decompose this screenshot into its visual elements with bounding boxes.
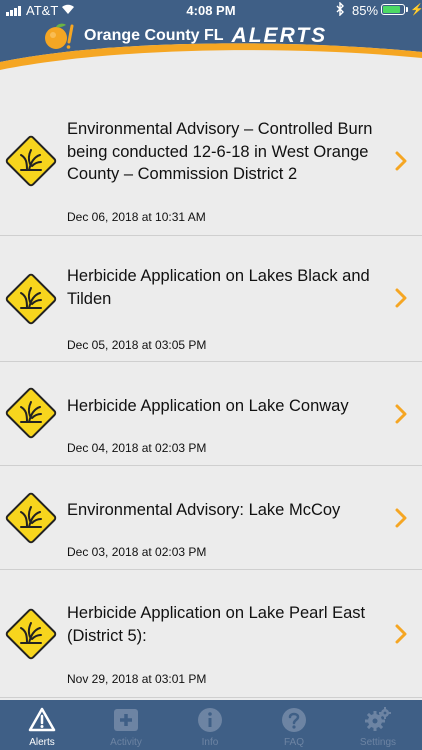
- chevron-right-icon: [395, 288, 407, 308]
- question-icon: [282, 708, 306, 732]
- tab-info[interactable]: Info: [168, 700, 252, 750]
- list-item[interactable]: Environmental Advisory: Lake McCoy Dec 0…: [0, 466, 422, 570]
- list-item[interactable]: Herbicide Application on Lake Pearl East…: [0, 570, 422, 698]
- chevron-right-icon: [395, 624, 407, 644]
- tab-label: Alerts: [29, 737, 55, 748]
- tab-label: Activity: [110, 737, 142, 748]
- tab-settings[interactable]: Settings: [336, 700, 420, 750]
- chevron-right-icon: [395, 151, 407, 171]
- plus-icon: [114, 709, 138, 731]
- gear-icon: [365, 707, 391, 731]
- tab-alerts[interactable]: Alerts: [0, 700, 84, 750]
- environmental-warning-icon: [5, 273, 57, 325]
- app-title: Orange County FL: [84, 27, 224, 44]
- tab-label: Info: [201, 737, 219, 748]
- tab-bar: Alerts Activity Info FAQ Settings: [0, 700, 422, 750]
- list-item[interactable]: Herbicide Application on Lakes Black and…: [0, 236, 422, 362]
- orange-logo-icon: [45, 23, 74, 49]
- alert-date: Dec 03, 2018 at 02:03 PM: [67, 545, 207, 559]
- list-item[interactable]: Herbicide Application on Lake Conway Dec…: [0, 362, 422, 466]
- alert-title: Herbicide Application on Lake Conway: [67, 397, 349, 415]
- app-header: AT&T 4:08 PM 85% ⚡ Orange County FL ALER…: [0, 0, 422, 78]
- alert-date: Dec 06, 2018 at 10:31 AM: [67, 210, 206, 224]
- alert-title: Environmental Advisory: Lake McCoy: [67, 501, 341, 519]
- list-item[interactable]: Environmental Advisory – Controlled Burn…: [0, 100, 422, 236]
- battery-icon: [381, 4, 405, 15]
- chevron-right-icon: [395, 508, 407, 528]
- bluetooth-icon: [336, 1, 345, 19]
- tab-activity[interactable]: Activity: [84, 700, 168, 750]
- alert-title: Herbicide Application on Lakes Black and…: [67, 267, 370, 308]
- alert-date: Dec 05, 2018 at 03:05 PM: [67, 338, 207, 352]
- alert-date: Dec 04, 2018 at 02:03 PM: [67, 441, 207, 455]
- brand: Orange County FL ALERTS: [42, 22, 327, 50]
- environmental-warning-icon: [5, 387, 57, 439]
- alert-title: Herbicide Application on Lake Pearl East…: [67, 604, 366, 645]
- tab-label: Settings: [359, 737, 397, 748]
- charging-icon: ⚡: [410, 4, 422, 16]
- info-icon: [198, 708, 222, 732]
- alert-title: Environmental Advisory – Controlled Burn…: [67, 120, 373, 183]
- chevron-right-icon: [395, 404, 407, 424]
- tab-faq[interactable]: FAQ: [252, 700, 336, 750]
- environmental-warning-icon: [5, 608, 57, 660]
- status-bar: AT&T 4:08 PM 85% ⚡: [0, 0, 422, 20]
- environmental-warning-icon: [5, 492, 57, 544]
- battery-percent: 85%: [352, 3, 379, 18]
- tab-label: FAQ: [283, 737, 304, 748]
- battery-tip: [406, 7, 408, 12]
- environmental-warning-icon: [5, 135, 57, 187]
- app-subtitle: ALERTS: [231, 24, 328, 47]
- alert-date: Nov 29, 2018 at 03:01 PM: [67, 672, 207, 686]
- warning-icon: [28, 707, 56, 732]
